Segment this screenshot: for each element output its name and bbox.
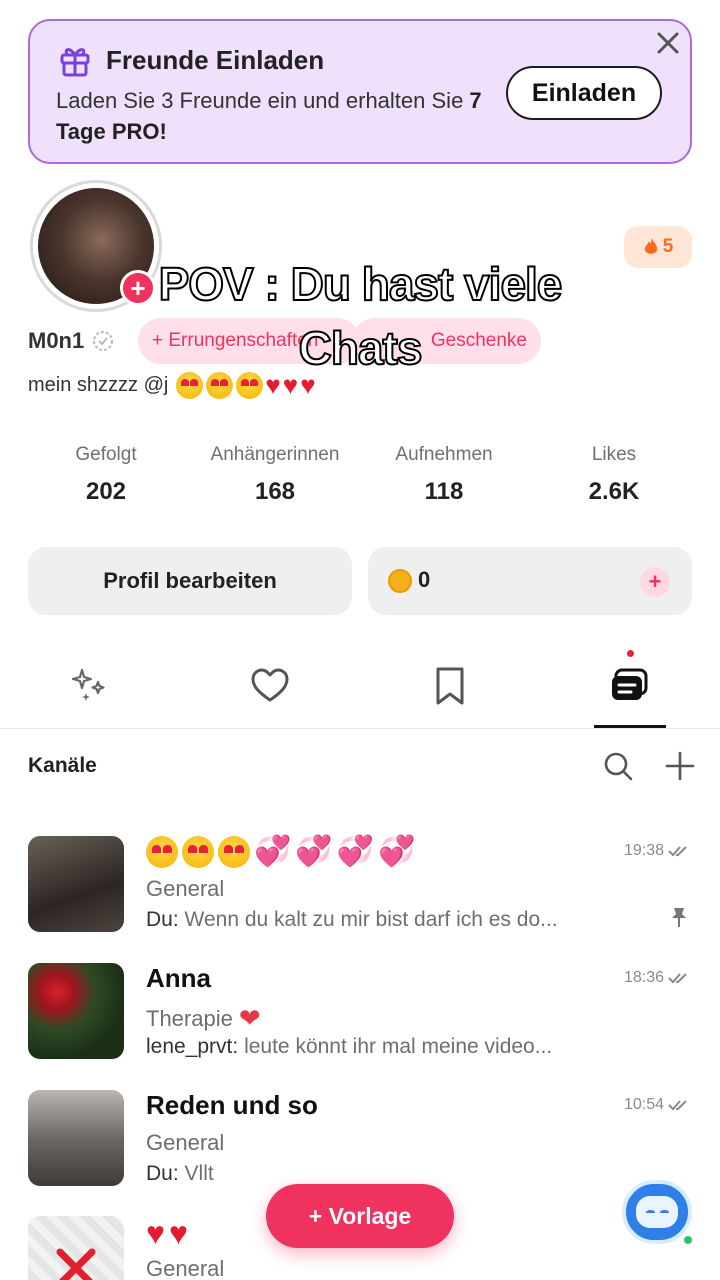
stat-value: 2.6K — [588, 478, 640, 505]
bot-eye — [646, 1210, 655, 1215]
gift-icon — [60, 48, 90, 77]
red-heart-emoji: ♥ — [146, 1215, 165, 1251]
heart-eyes-emoji — [206, 372, 234, 399]
chat-last-message: lene_prvt: leute könnt ihr mal meine vid… — [146, 1035, 553, 1058]
username: M0n1 — [28, 328, 85, 353]
double-check-icon — [668, 846, 687, 857]
fire-icon — [644, 238, 657, 254]
chat-thumbnail — [28, 963, 124, 1059]
stat-likes[interactable]: Likes 2.6K — [529, 444, 699, 506]
chat-time: 10:54 — [624, 1096, 690, 1114]
red-heart-emoji: ♥ — [169, 1215, 188, 1251]
heart-eyes-emoji — [146, 836, 178, 868]
verified-icon — [93, 331, 114, 351]
chat-time: 18:36 — [624, 969, 690, 987]
chat-name: Anna — [146, 963, 211, 993]
red-heart-emoji: ♥ — [282, 370, 299, 400]
double-check-icon — [668, 973, 687, 984]
chat-thumbnail — [28, 1090, 124, 1186]
heart-eyes-emoji — [236, 372, 264, 399]
add-story-button[interactable]: + — [120, 270, 156, 306]
search-icon[interactable] — [602, 750, 634, 782]
stat-value: 202 — [85, 478, 127, 505]
chat-name: ♥ ♥ — [146, 1216, 188, 1250]
coin-balance: 0 — [418, 567, 431, 592]
sparkle-icon[interactable] — [68, 664, 112, 708]
pink-hearts-emoji: 💞 — [295, 835, 333, 868]
close-icon[interactable] — [654, 29, 682, 57]
achievements-pill[interactable]: + Errungenschaften — [138, 318, 360, 364]
chat-bubbles-icon[interactable] — [608, 664, 652, 708]
divider — [0, 728, 720, 729]
chat-item[interactable]: Anna Therapie ❤ lene_prvt: leute könnt i… — [28, 963, 698, 1073]
stat-value: 168 — [254, 478, 296, 505]
chat-channel: General — [146, 1130, 225, 1155]
stat-value: 118 — [424, 478, 464, 505]
stat-following[interactable]: Gefolgt 202 — [21, 444, 191, 506]
bot-face-icon — [636, 1196, 678, 1228]
mending-heart-emoji: ❤ — [238, 1003, 261, 1033]
chat-thumbnail — [28, 1216, 124, 1280]
stat-followers[interactable]: Anhängerinnen 168 — [190, 444, 360, 506]
online-status-dot — [682, 1234, 694, 1246]
chat-last-message: Du: Vllt — [146, 1162, 214, 1185]
chat-time: 19:38 — [624, 842, 690, 860]
add-channel-icon[interactable] — [664, 750, 696, 782]
coins-button[interactable]: 0 + — [368, 547, 692, 615]
streak-count: 5 — [662, 236, 674, 257]
edit-profile-button[interactable]: Profil bearbeiten — [28, 547, 352, 615]
chat-last-message: Du: Wenn du kalt zu mir bist darf ich es… — [146, 908, 558, 931]
stat-label: Aufnehmen — [395, 444, 493, 465]
chat-thumbnail — [28, 836, 124, 932]
red-heart-emoji: ♥ — [300, 370, 316, 400]
pink-hearts-emoji: 💞 — [254, 835, 292, 868]
chat-name: Reden und so — [146, 1090, 318, 1120]
stat-label: Likes — [591, 444, 637, 465]
add-coins-button[interactable]: + — [640, 567, 670, 597]
invite-description: Laden Sie 3 Freunde ein und erhalten Sie… — [56, 88, 482, 144]
username-row: M0n1 — [28, 328, 114, 354]
heart-eyes-emoji — [218, 836, 250, 868]
heart-eyes-emoji — [176, 372, 204, 399]
invite-title: Freunde Einladen — [106, 45, 325, 75]
bio-text: mein shzzzz @j — [28, 374, 169, 396]
red-x-icon — [56, 1248, 96, 1280]
channels-title: Kanäle — [28, 754, 97, 777]
bot-eye — [660, 1210, 669, 1215]
double-check-icon — [668, 1100, 687, 1111]
coin-icon — [388, 569, 412, 593]
pink-hearts-emoji: 💞 — [336, 835, 375, 868]
pin-icon — [672, 908, 686, 927]
streak-badge[interactable]: 5 — [624, 226, 692, 268]
notification-dot — [627, 650, 634, 657]
chat-channel: General — [146, 876, 225, 901]
gifts-pill[interactable]: Geschenke — [352, 318, 541, 364]
chat-item[interactable]: 💞 💞 💞 💞 General Du: Wenn du kalt zu mir … — [28, 836, 698, 946]
template-button[interactable]: + Vorlage — [266, 1184, 454, 1248]
chat-name: 💞 💞 💞 💞 — [146, 836, 415, 868]
chat-channel: Therapie ❤ — [146, 1003, 261, 1033]
assistant-bot-button[interactable] — [622, 1180, 694, 1246]
red-heart-emoji: ♥ — [265, 370, 281, 400]
invite-banner: Freunde Einladen Laden Sie 3 Freunde ein… — [28, 19, 692, 164]
stat-label: Gefolgt — [75, 444, 137, 465]
stat-label: Anhängerinnen — [210, 444, 340, 465]
chat-channel: General — [146, 1256, 225, 1280]
invite-button[interactable]: Einladen — [506, 66, 662, 120]
bookmark-icon[interactable] — [428, 664, 472, 708]
heart-outline-icon[interactable] — [248, 664, 292, 708]
heart-eyes-emoji — [182, 836, 214, 868]
bio: mein shzzzz @j ♥ ♥ ♥ — [28, 372, 316, 399]
stat-recordings[interactable]: Aufnehmen 118 — [359, 444, 529, 506]
pink-hearts-emoji: 💞 — [378, 835, 416, 868]
